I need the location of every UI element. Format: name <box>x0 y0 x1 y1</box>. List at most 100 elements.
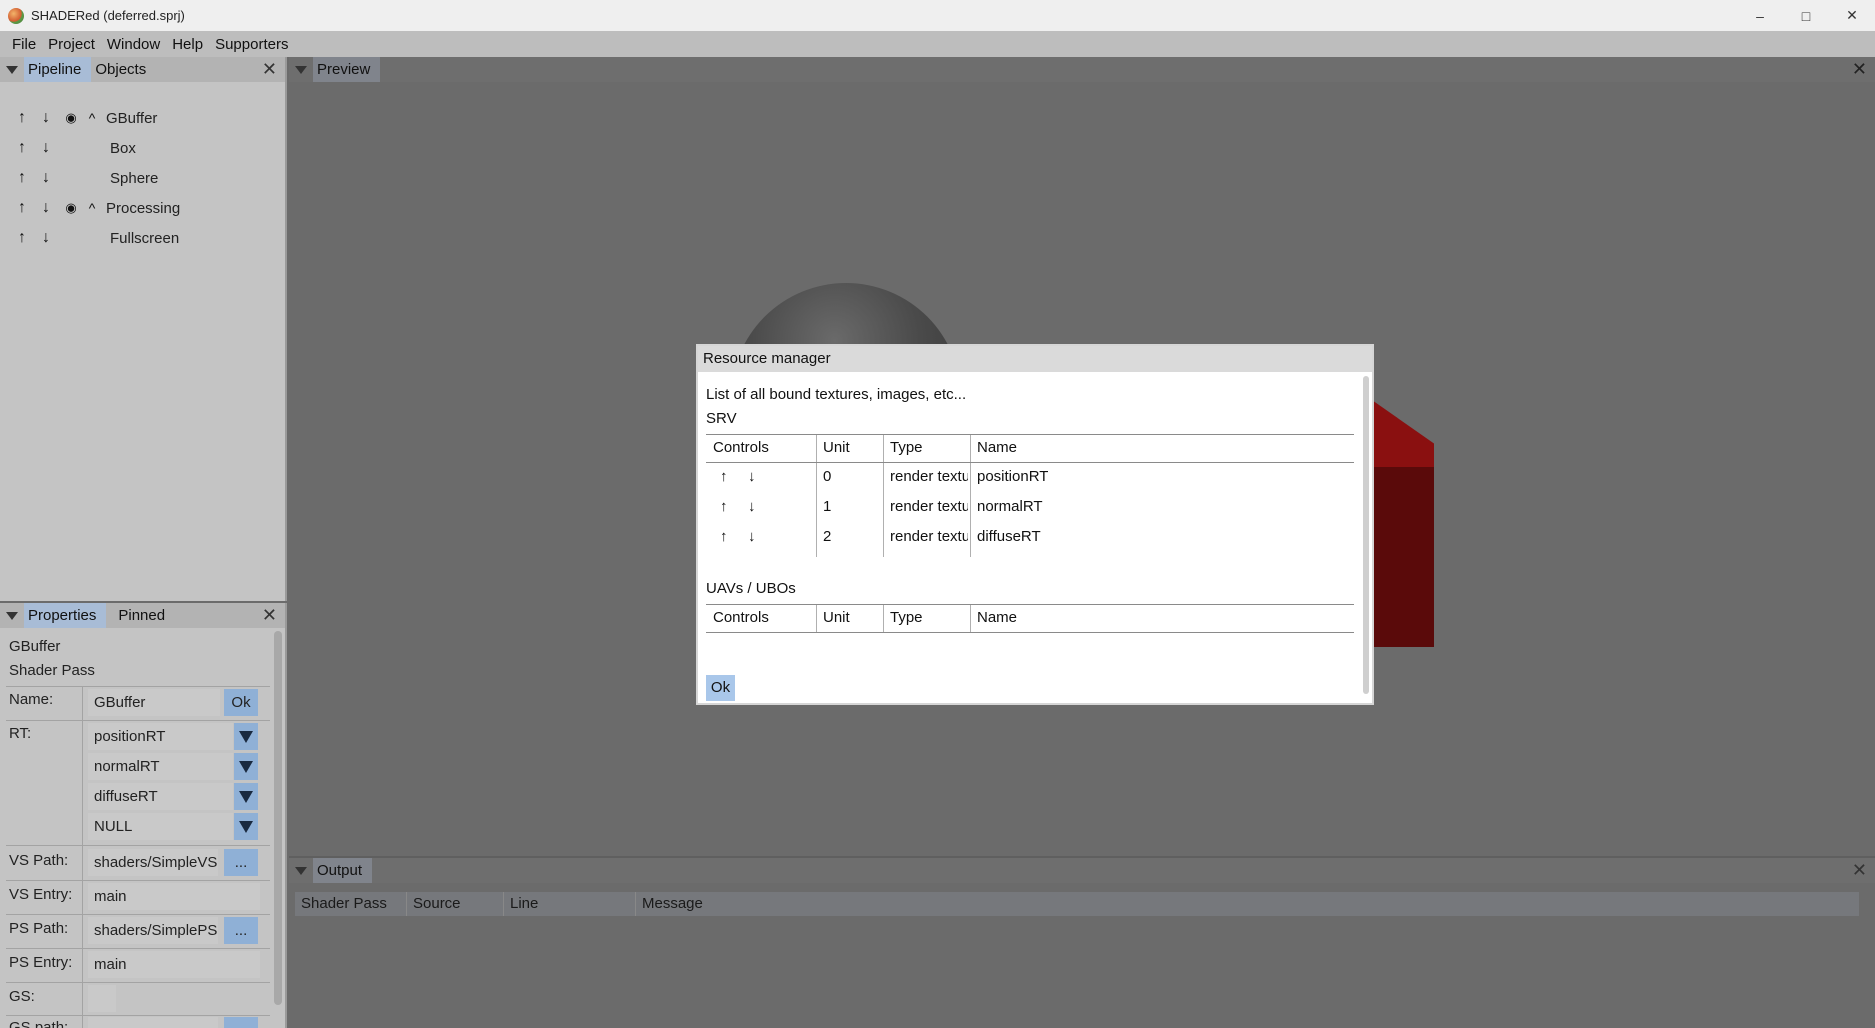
divider <box>706 462 1354 463</box>
move-down-icon[interactable]: ↓ <box>748 528 756 545</box>
preview-tabbar: Preview ✕ <box>289 57 1875 82</box>
visibility-eye-icon[interactable]: ◉ <box>58 110 84 126</box>
divider <box>706 632 1354 633</box>
move-up-icon[interactable]: ↑ <box>10 229 34 247</box>
maximize-button[interactable]: □ <box>1783 0 1829 31</box>
pipeline-item-box[interactable]: ↑ ↓ Box <box>0 134 136 162</box>
pipeline-item-processing[interactable]: ↑ ↓ ◉ ^ Processing <box>0 194 180 222</box>
dialog-scrollbar[interactable] <box>1363 376 1369 694</box>
tab-pipeline[interactable]: Pipeline <box>24 57 92 82</box>
move-down-icon[interactable]: ↓ <box>34 169 58 187</box>
srv-type: render texture <box>890 528 968 545</box>
chevron-down-icon[interactable] <box>234 723 258 750</box>
pipeline-panel: Pipeline Objects ✕ ↑ ↓ ◉ ^ GBuffer ↑ ↓ B… <box>0 57 287 601</box>
gs-path-browse-button[interactable] <box>224 1017 258 1028</box>
pipeline-tabbar: Pipeline Objects ✕ <box>0 57 285 82</box>
move-up-icon[interactable]: ↑ <box>10 169 34 187</box>
collapse-chevron-icon[interactable]: ^ <box>84 110 100 126</box>
visibility-eye-icon[interactable]: ◉ <box>58 200 84 216</box>
move-up-icon[interactable]: ↑ <box>720 468 728 485</box>
column-divider <box>82 686 83 1028</box>
close-icon[interactable]: ✕ <box>262 606 277 624</box>
divider <box>6 686 270 687</box>
chevron-down-icon[interactable] <box>234 813 258 840</box>
move-down-icon[interactable]: ↓ <box>748 498 756 515</box>
move-up-icon[interactable]: ↑ <box>10 139 34 157</box>
close-icon[interactable]: ✕ <box>1852 60 1867 78</box>
panel-collapse-icon[interactable] <box>289 57 313 82</box>
properties-scrollbar[interactable] <box>274 631 282 1005</box>
ps-path-input[interactable]: shaders/SimplePS <box>88 917 218 944</box>
rt-label: RT: <box>9 725 32 742</box>
properties-panel: Properties Pinned ✕ GBuffer Shader Pass … <box>0 603 287 1028</box>
gs-path-input[interactable] <box>88 1017 218 1028</box>
ok-button[interactable]: Ok <box>706 675 735 701</box>
column-divider <box>970 435 971 557</box>
menu-supporters[interactable]: Supporters <box>209 36 294 53</box>
move-up-icon[interactable]: ↑ <box>720 498 728 515</box>
pipeline-item-sphere[interactable]: ↑ ↓ Sphere <box>0 164 158 192</box>
move-down-icon[interactable]: ↓ <box>34 109 58 127</box>
tab-properties[interactable]: Properties <box>24 603 107 628</box>
chevron-down-icon[interactable] <box>234 783 258 810</box>
pipeline-item-gbuffer[interactable]: ↑ ↓ ◉ ^ GBuffer <box>0 104 157 132</box>
rt-select-1[interactable]: normalRT <box>88 753 233 780</box>
panel-collapse-icon[interactable] <box>289 858 313 883</box>
tab-output[interactable]: Output <box>313 858 373 883</box>
close-window-button[interactable]: ✕ <box>1829 0 1875 31</box>
rt-select-2[interactable]: diffuseRT <box>88 783 233 810</box>
panel-collapse-icon[interactable] <box>0 603 24 628</box>
move-down-icon[interactable]: ↓ <box>34 229 58 247</box>
collapse-chevron-icon[interactable]: ^ <box>84 200 100 216</box>
vs-entry-input[interactable]: main <box>88 883 260 910</box>
menu-file[interactable]: File <box>6 36 42 53</box>
column-unit: Unit <box>823 609 850 626</box>
close-icon[interactable]: ✕ <box>1852 861 1867 879</box>
name-input[interactable]: GBuffer <box>88 689 220 716</box>
divider <box>706 604 1354 605</box>
name-ok-button[interactable]: Ok <box>224 689 258 716</box>
srv-heading: SRV <box>706 410 737 427</box>
pipeline-item-label[interactable]: GBuffer <box>106 110 157 127</box>
properties-tabbar: Properties Pinned ✕ <box>0 603 285 628</box>
divider <box>6 982 270 983</box>
srv-unit: 2 <box>823 528 832 545</box>
column-name: Name <box>977 439 1018 456</box>
pipeline-item-fullscreen[interactable]: ↑ ↓ Fullscreen <box>0 224 179 252</box>
column-message[interactable]: Message <box>636 892 1859 916</box>
pipeline-item-label[interactable]: Fullscreen <box>110 230 179 247</box>
ps-entry-input[interactable]: main <box>88 951 260 978</box>
menu-help[interactable]: Help <box>166 36 209 53</box>
chevron-down-icon[interactable] <box>234 753 258 780</box>
pipeline-item-label[interactable]: Sphere <box>110 170 158 187</box>
column-source[interactable]: Source <box>407 892 504 916</box>
move-down-icon[interactable]: ↓ <box>34 199 58 217</box>
column-shader-pass[interactable]: Shader Pass <box>295 892 407 916</box>
srv-name: diffuseRT <box>977 528 1041 545</box>
gs-checkbox[interactable] <box>88 985 116 1012</box>
tab-preview[interactable]: Preview <box>313 57 381 82</box>
menu-window[interactable]: Window <box>101 36 166 53</box>
menu-project[interactable]: Project <box>42 36 101 53</box>
move-up-icon[interactable]: ↑ <box>10 199 34 217</box>
srv-type: render texture <box>890 468 968 485</box>
ps-entry-label: PS Entry: <box>9 954 73 971</box>
rt-select-0[interactable]: positionRT <box>88 723 233 750</box>
pipeline-item-label[interactable]: Processing <box>106 200 180 217</box>
vs-path-input[interactable]: shaders/SimpleVS <box>88 849 218 876</box>
pipeline-item-label[interactable]: Box <box>110 140 136 157</box>
vs-path-browse-button[interactable]: ... <box>224 849 258 876</box>
move-down-icon[interactable]: ↓ <box>748 468 756 485</box>
rt-select-3[interactable]: NULL <box>88 813 233 840</box>
ps-path-browse-button[interactable]: ... <box>224 917 258 944</box>
move-up-icon[interactable]: ↑ <box>720 528 728 545</box>
minimize-button[interactable]: – <box>1737 0 1783 31</box>
panel-collapse-icon[interactable] <box>0 57 24 82</box>
column-line[interactable]: Line <box>504 892 636 916</box>
tab-objects[interactable]: Objects <box>91 57 156 82</box>
tab-pinned[interactable]: Pinned <box>114 603 175 628</box>
srv-name: normalRT <box>977 498 1043 515</box>
move-down-icon[interactable]: ↓ <box>34 139 58 157</box>
move-up-icon[interactable]: ↑ <box>10 109 34 127</box>
close-icon[interactable]: ✕ <box>262 60 277 78</box>
